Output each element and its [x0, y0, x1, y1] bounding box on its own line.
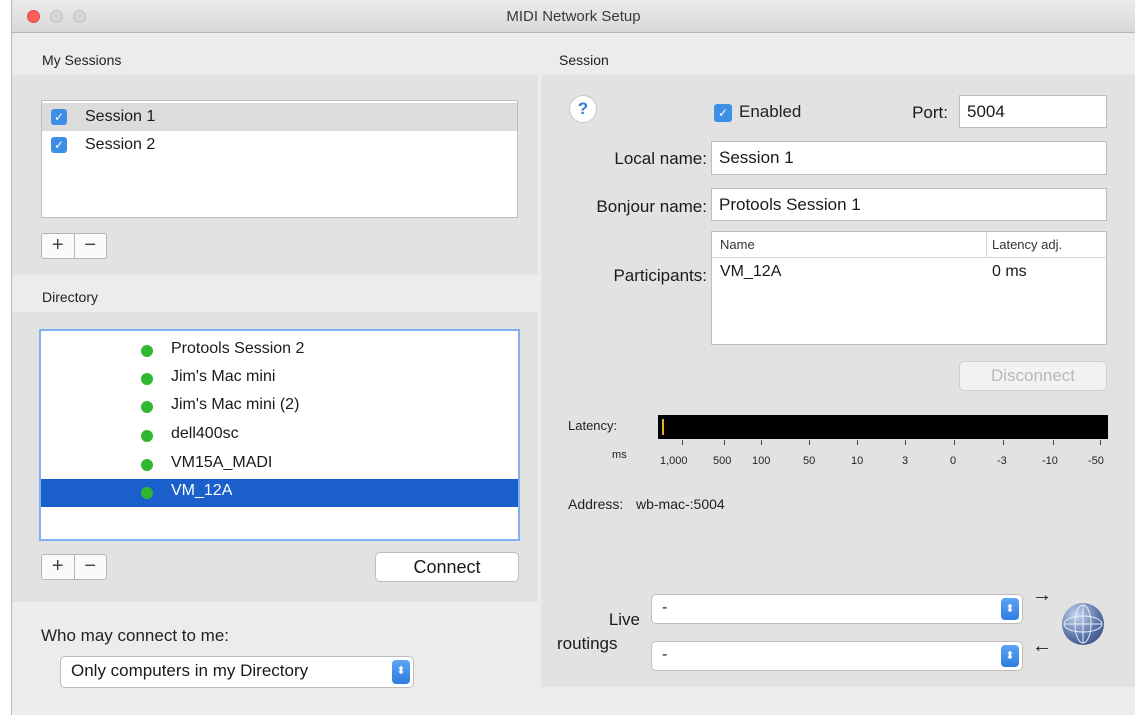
address-value: wb-mac-:5004 — [636, 496, 725, 512]
remove-session-button[interactable]: − — [73, 234, 107, 258]
local-name-field[interactable]: Session 1 — [711, 141, 1107, 175]
directory-item[interactable]: VM15A_MADI — [41, 451, 518, 479]
add-directory-button[interactable]: + — [42, 555, 74, 579]
who-may-connect-value: Only computers in my Directory — [71, 661, 309, 680]
bonjour-name-field[interactable]: Protools Session 1 — [711, 188, 1107, 221]
directory-item-label: VM15A_MADI — [171, 454, 273, 471]
address-label: Address: — [568, 496, 624, 512]
directory-list[interactable]: Protools Session 2 Jim's Mac mini Jim's … — [39, 329, 520, 541]
latency-meter — [658, 415, 1108, 439]
bonjour-name-label: Bonjour name: — [596, 197, 707, 216]
add-session-button[interactable]: + — [42, 234, 74, 258]
directory-item[interactable]: dell400sc — [41, 422, 518, 450]
arrow-in-icon: ← — [1032, 635, 1052, 657]
participants-header: Name Latency adj. — [712, 232, 1106, 258]
directory-item-label: Jim's Mac mini (2) — [171, 396, 300, 413]
arrow-out-icon: → — [1032, 584, 1052, 606]
popup-arrows-icon: ⬍ — [392, 660, 410, 684]
latency-tick: -50 — [1088, 455, 1104, 467]
latency-label: Latency: — [568, 418, 618, 433]
disconnect-button[interactable]: Disconnect — [959, 361, 1107, 391]
routing-in-value: - — [662, 646, 668, 663]
latency-tick: 3 — [902, 455, 909, 467]
latency-tick: 100 — [752, 455, 771, 467]
participant-row[interactable]: VM_12A 0 ms — [712, 261, 1106, 285]
participants-label: Participants: — [613, 266, 707, 285]
routing-out-value: - — [662, 599, 668, 616]
directory-add-remove: + − — [41, 554, 107, 580]
latency-tick: -10 — [1042, 455, 1058, 467]
online-status-icon — [141, 373, 153, 385]
online-status-icon — [141, 459, 153, 471]
directory-item-selected[interactable]: VM_12A — [41, 479, 518, 507]
my-sessions-heading: My Sessions — [42, 52, 122, 68]
directory-item-label: Jim's Mac mini — [171, 368, 276, 385]
session-row[interactable]: ✓ Session 1 — [42, 103, 517, 131]
name-column-header[interactable]: Name — [720, 237, 755, 252]
who-may-connect-label: Who may connect to me: — [41, 626, 230, 645]
directory-item-label: dell400sc — [171, 425, 239, 442]
online-status-icon — [141, 345, 153, 357]
title-bar: MIDI Network Setup — [12, 0, 1135, 33]
network-globe-icon[interactable] — [1062, 603, 1104, 645]
popup-arrows-icon: ⬍ — [1001, 645, 1019, 667]
routing-in-popup[interactable]: - ⬍ — [651, 641, 1023, 671]
session-label: Session 2 — [85, 136, 156, 153]
latency-tick: 500 — [713, 455, 732, 467]
port-field[interactable]: 5004 — [959, 95, 1107, 128]
midi-network-setup-window: MIDI Network Setup My Sessions ✓ Session… — [11, 0, 1135, 715]
who-may-connect-popup[interactable]: Only computers in my Directory ⬍ — [60, 656, 414, 688]
latency-column-header[interactable]: Latency adj. — [992, 237, 1062, 252]
directory-heading: Directory — [42, 289, 99, 305]
directory-item-label: VM_12A — [171, 482, 233, 499]
enabled-label: Enabled — [739, 102, 802, 121]
live-routings-label: Live — [608, 610, 640, 629]
latency-tick: -3 — [997, 455, 1007, 467]
directory-item[interactable]: Jim's Mac mini (2) — [41, 393, 518, 421]
session-enabled-checkbox[interactable]: ✓ — [51, 109, 67, 125]
window-title: MIDI Network Setup — [506, 8, 641, 25]
latency-tick: 50 — [803, 455, 816, 467]
sessions-list[interactable]: ✓ Session 1 ✓ Session 2 — [41, 100, 518, 218]
routing-out-popup[interactable]: - ⬍ — [651, 594, 1023, 624]
session-heading: Session — [559, 52, 609, 68]
popup-arrows-icon: ⬍ — [1001, 598, 1019, 620]
participant-latency: 0 ms — [992, 263, 1027, 280]
live-routings-label-2: routings — [557, 634, 618, 653]
enabled-checkbox[interactable]: ✓ — [714, 104, 732, 122]
sessions-add-remove: + − — [41, 233, 107, 259]
participant-name: VM_12A — [720, 263, 782, 280]
participants-table[interactable]: Name Latency adj. VM_12A 0 ms — [711, 231, 1107, 345]
help-button[interactable]: ? — [569, 95, 597, 123]
port-label: Port: — [912, 103, 948, 122]
latency-unit: ms — [612, 449, 627, 461]
latency-indicator — [662, 419, 664, 435]
online-status-icon — [141, 430, 153, 442]
session-enabled-checkbox[interactable]: ✓ — [51, 137, 67, 153]
remove-directory-button[interactable]: − — [73, 555, 107, 579]
latency-tick: 10 — [851, 455, 864, 467]
session-label: Session 1 — [85, 108, 156, 125]
local-name-label: Local name: — [614, 149, 707, 168]
online-status-icon — [141, 487, 153, 499]
online-status-icon — [141, 401, 153, 413]
latency-tick: 1,000 — [660, 455, 688, 467]
connect-button[interactable]: Connect — [375, 552, 519, 582]
directory-item[interactable]: Protools Session 2 — [41, 337, 518, 365]
session-row[interactable]: ✓ Session 2 — [42, 131, 517, 159]
latency-tick: 0 — [950, 455, 957, 467]
directory-item-label: Protools Session 2 — [171, 340, 305, 357]
directory-item[interactable]: Jim's Mac mini — [41, 365, 518, 393]
